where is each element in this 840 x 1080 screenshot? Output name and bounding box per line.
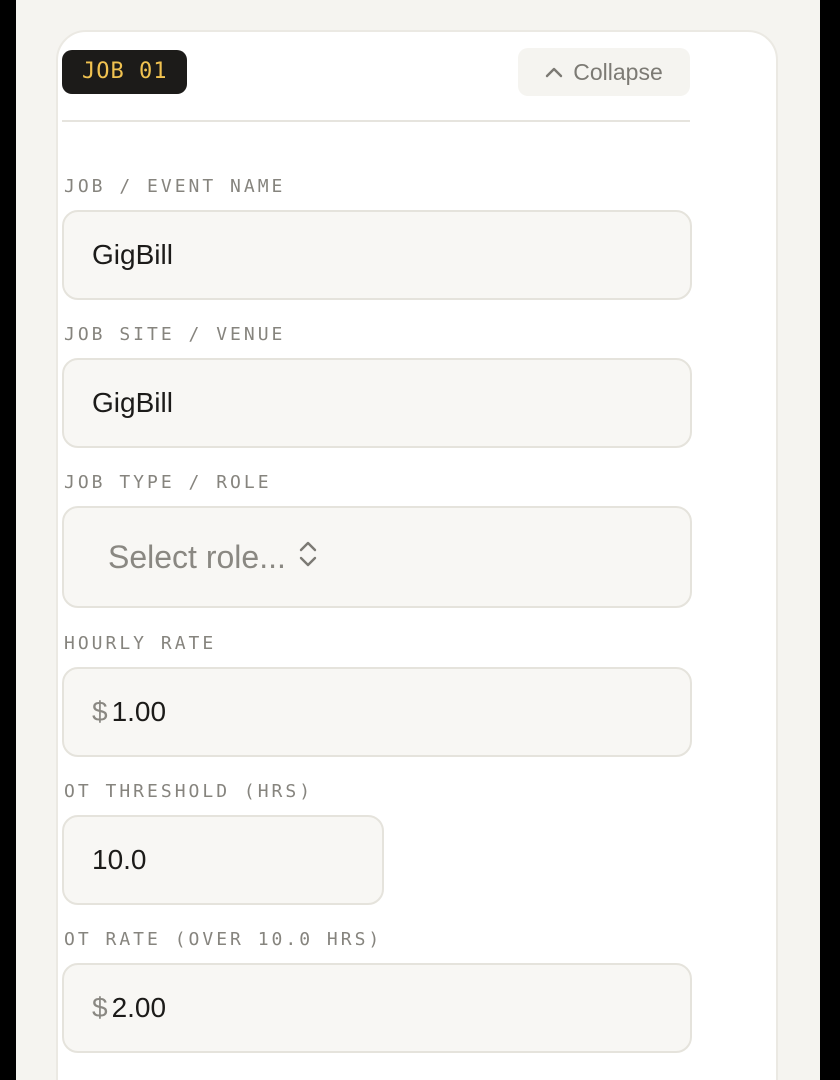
- job-number-badge: JOB 01: [62, 50, 188, 94]
- ot-rate-label: OT RATE (OVER 10.0 HRS): [64, 929, 383, 950]
- role-label: JOB TYPE / ROLE: [64, 472, 272, 493]
- collapse-label: Collapse: [573, 58, 663, 85]
- hourly-rate-currency: $: [92, 696, 108, 727]
- hourly-rate-label: HOURLY RATE: [64, 633, 217, 654]
- role-placeholder: Select role...: [108, 538, 286, 575]
- hourly-rate-input[interactable]: $ 1.00: [62, 667, 692, 757]
- ot-rate-value: 2.00: [111, 992, 167, 1023]
- venue-value: GigBill: [92, 387, 173, 418]
- ot-rate-input[interactable]: $ 2.00: [62, 963, 692, 1053]
- ot-threshold-label: OT THRESHOLD (HRS): [64, 781, 314, 802]
- hourly-rate-value: 1.00: [111, 696, 167, 727]
- chevron-up-down-icon: [298, 539, 318, 576]
- job-card-header: JOB 01 Collapse: [62, 48, 690, 96]
- ot-threshold-input[interactable]: 10.0: [62, 815, 384, 905]
- event-name-value: GigBill: [92, 239, 173, 270]
- app-viewport: JOB 01 Collapse JOB / EVENT NAME GigBill…: [16, 0, 820, 1080]
- ot-rate-currency: $: [92, 992, 108, 1023]
- header-divider: [62, 120, 690, 122]
- venue-input[interactable]: GigBill: [62, 358, 692, 448]
- venue-label: JOB SITE / VENUE: [64, 324, 286, 345]
- role-select[interactable]: Select role...: [62, 506, 692, 608]
- collapse-button[interactable]: Collapse: [518, 48, 690, 96]
- event-name-label: JOB / EVENT NAME: [64, 176, 286, 197]
- event-name-input[interactable]: GigBill: [62, 210, 692, 300]
- chevron-up-icon: [545, 66, 563, 78]
- ot-threshold-value: 10.0: [92, 844, 147, 875]
